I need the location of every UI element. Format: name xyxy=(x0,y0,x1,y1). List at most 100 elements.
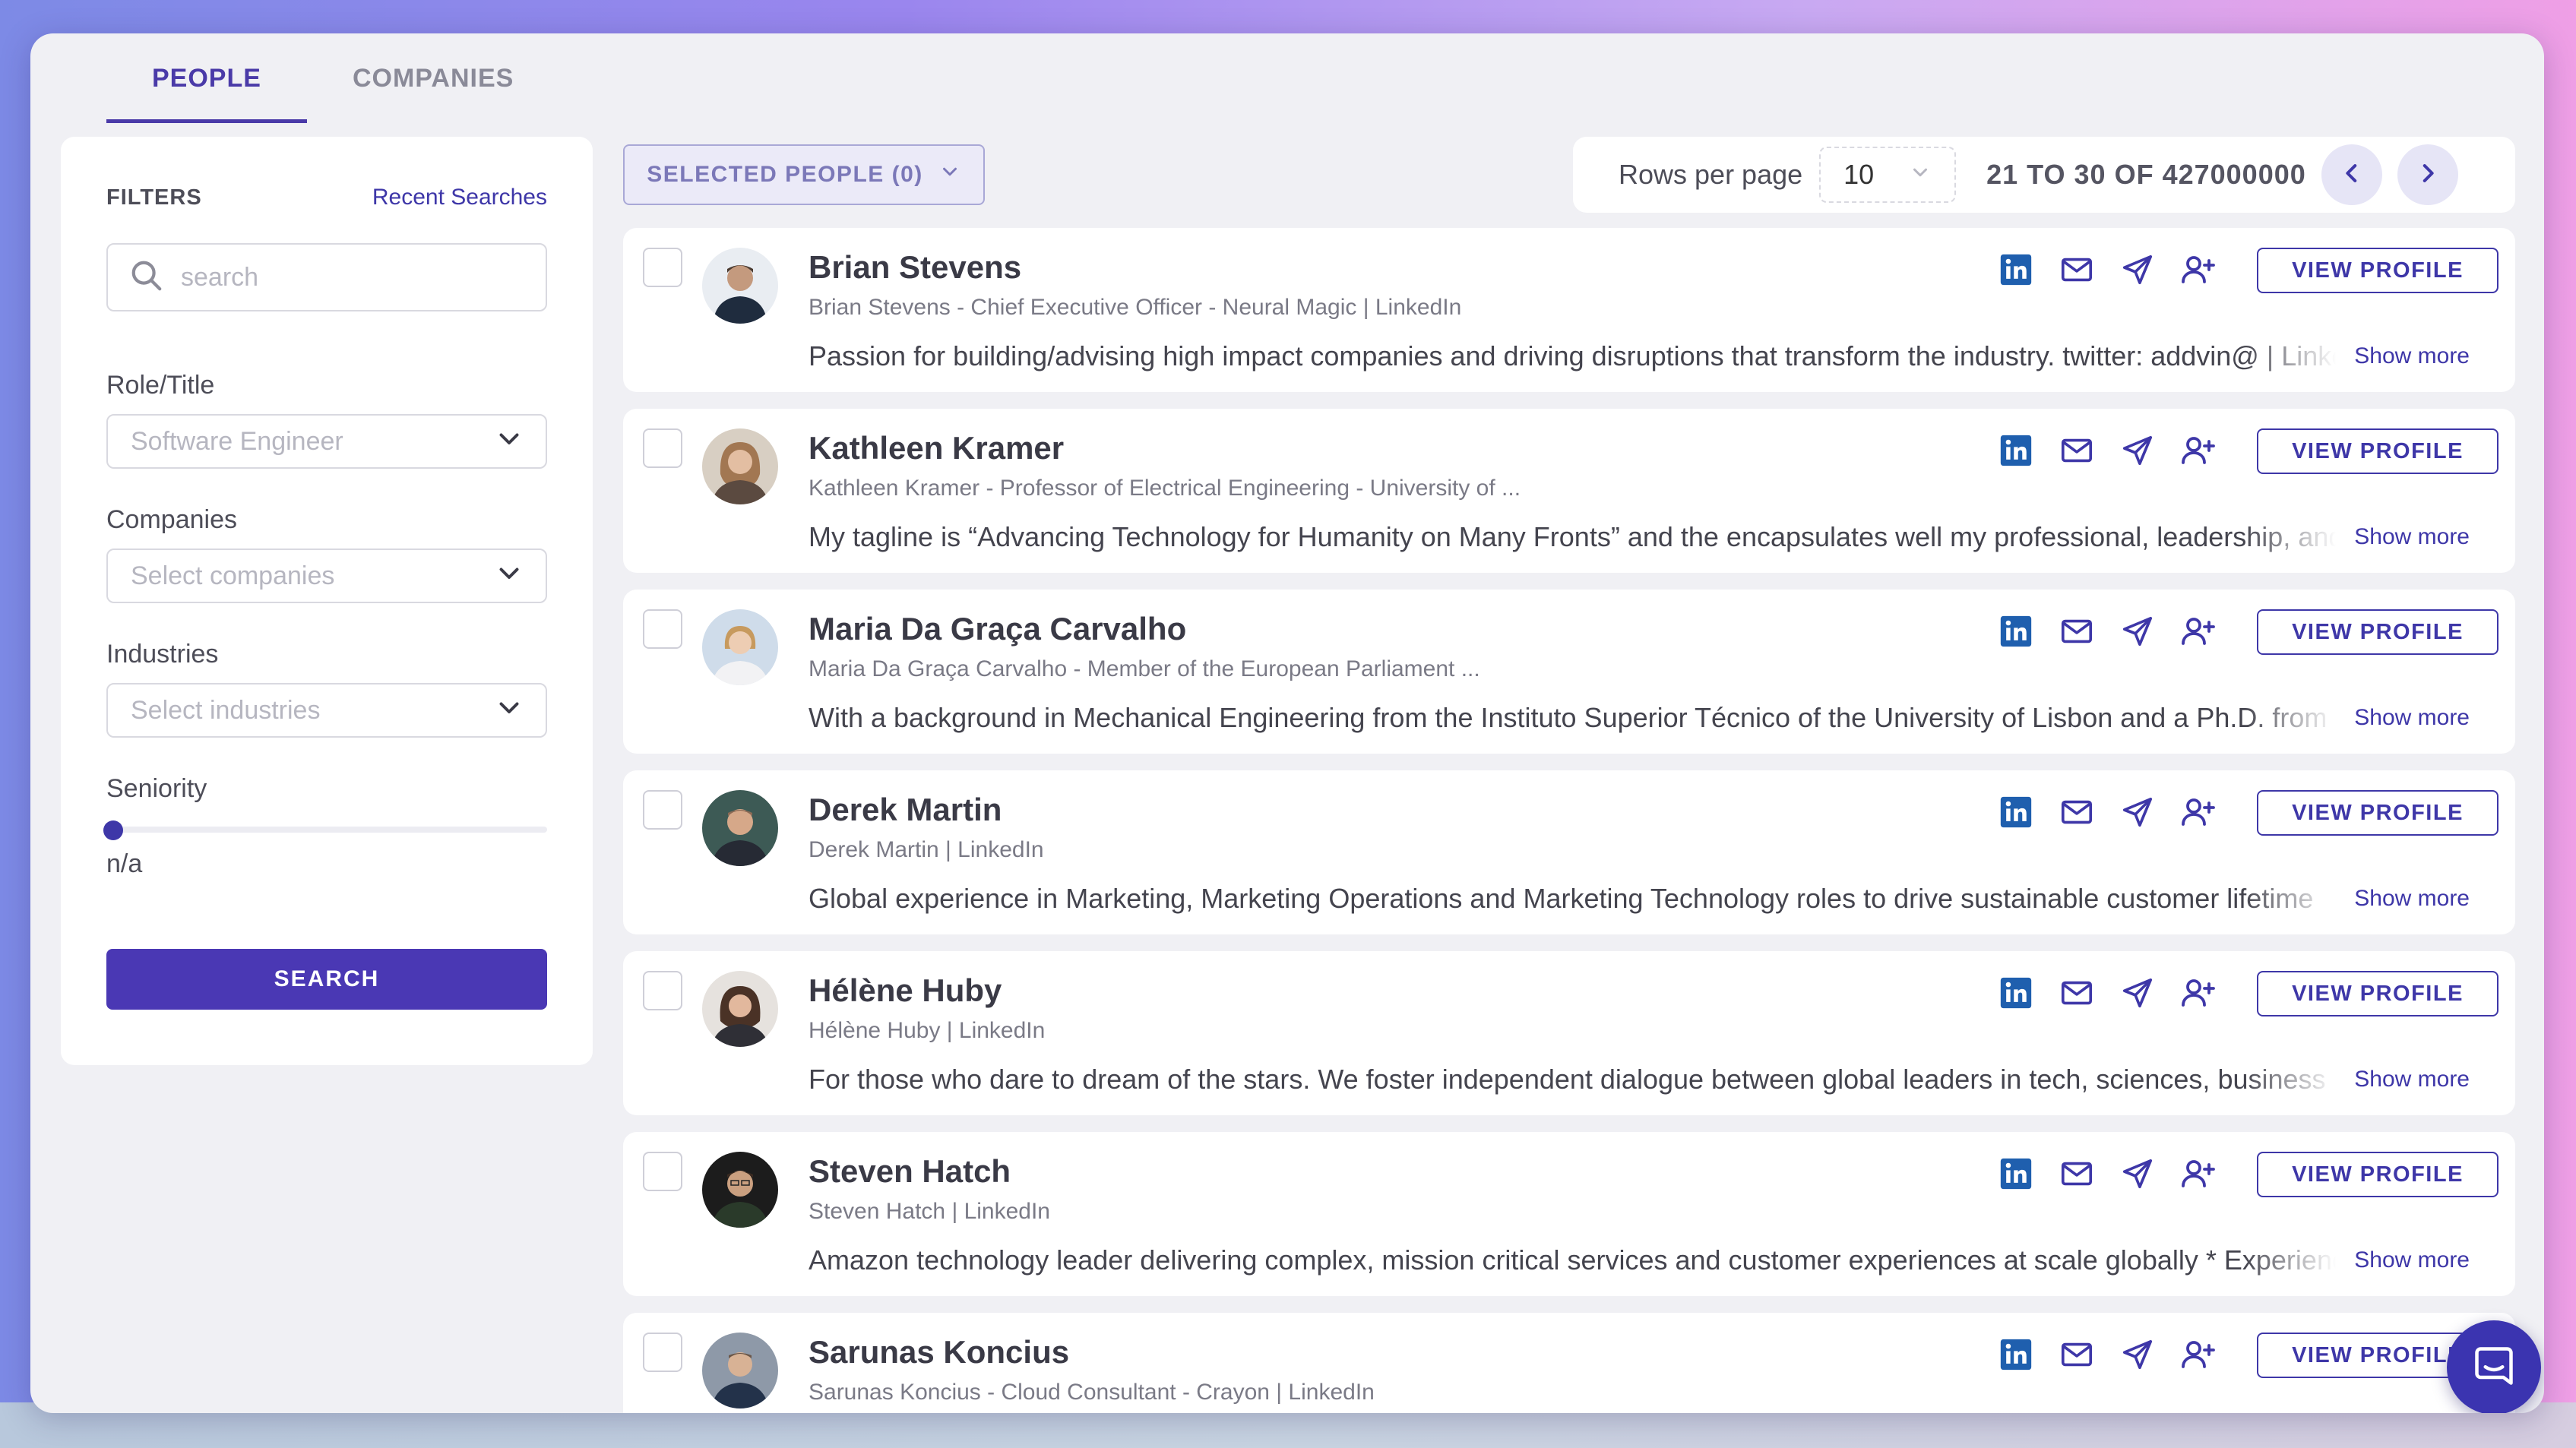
industries-select[interactable]: Select industries xyxy=(106,683,547,738)
add-contact-icon[interactable] xyxy=(2179,1155,2217,1193)
avatar xyxy=(702,609,778,685)
filter-search-input[interactable] xyxy=(181,262,524,292)
add-contact-icon[interactable] xyxy=(2179,974,2217,1012)
view-profile-button[interactable]: VIEW PROFILE xyxy=(2257,1152,2498,1197)
select-person-checkbox[interactable] xyxy=(643,790,682,830)
rows-per-page-select[interactable]: 10 xyxy=(1819,147,1957,203)
seniority-slider-thumb[interactable] xyxy=(103,820,123,840)
send-icon[interactable] xyxy=(2119,1155,2157,1193)
person-card: Hélène Huby Hélène Huby | LinkedIn For t… xyxy=(623,951,2515,1115)
avatar xyxy=(702,248,778,324)
mail-icon[interactable] xyxy=(2058,1155,2096,1193)
chevron-down-icon xyxy=(1909,159,1932,191)
avatar xyxy=(702,1333,778,1408)
companies-select[interactable]: Select companies xyxy=(106,549,547,603)
person-name[interactable]: Brian Stevens xyxy=(809,249,1021,286)
person-card: Kathleen Kramer Kathleen Kramer - Profes… xyxy=(623,409,2515,573)
person-subtitle: Derek Martin | LinkedIn xyxy=(809,837,1044,862)
add-contact-icon[interactable] xyxy=(2179,612,2217,650)
rows-per-page-value: 10 xyxy=(1843,159,1875,190)
avatar xyxy=(702,1152,778,1228)
person-subtitle: Brian Stevens - Chief Executive Officer … xyxy=(809,295,1462,320)
send-icon[interactable] xyxy=(2119,1336,2157,1374)
person-name[interactable]: Sarunas Koncius xyxy=(809,1334,1069,1371)
linkedin-icon[interactable] xyxy=(1997,1155,2035,1193)
industries-placeholder: Select industries xyxy=(131,695,321,725)
add-contact-icon[interactable] xyxy=(2179,793,2217,831)
linkedin-icon[interactable] xyxy=(1997,251,2035,289)
contact-actions xyxy=(1997,251,2217,289)
mail-icon[interactable] xyxy=(2058,1336,2096,1374)
linkedin-icon[interactable] xyxy=(1997,432,2035,469)
person-name[interactable]: Derek Martin xyxy=(809,792,1002,828)
add-contact-icon[interactable] xyxy=(2179,251,2217,289)
view-profile-button[interactable]: VIEW PROFILE xyxy=(2257,248,2498,293)
view-profile-button[interactable]: VIEW PROFILE xyxy=(2257,971,2498,1016)
select-person-checkbox[interactable] xyxy=(643,609,682,649)
pagination-bar: Rows per page 10 21 TO 30 OF 427000000 xyxy=(1573,137,2515,213)
linkedin-icon[interactable] xyxy=(1997,793,2035,831)
send-icon[interactable] xyxy=(2119,974,2157,1012)
person-subtitle: Sarunas Koncius - Cloud Consultant - Cra… xyxy=(809,1380,1375,1405)
search-button[interactable]: SEARCH xyxy=(106,949,547,1010)
add-contact-icon[interactable] xyxy=(2179,432,2217,469)
companies-label: Companies xyxy=(106,505,237,534)
add-contact-icon[interactable] xyxy=(2179,1336,2217,1374)
contact-actions xyxy=(1997,974,2217,1012)
role-title-select[interactable]: Software Engineer xyxy=(106,414,547,469)
contact-actions xyxy=(1997,793,2217,831)
seniority-slider[interactable] xyxy=(103,820,547,840)
chevron-left-icon xyxy=(2339,160,2365,190)
person-card: Maria Da Graça Carvalho Maria Da Graça C… xyxy=(623,590,2515,754)
filters-title: FILTERS xyxy=(106,185,202,210)
send-icon[interactable] xyxy=(2119,432,2157,469)
view-profile-button[interactable]: VIEW PROFILE xyxy=(2257,790,2498,836)
next-page-button[interactable] xyxy=(2397,144,2458,205)
search-icon xyxy=(129,258,164,297)
show-more-link[interactable]: Show more xyxy=(2354,524,2470,550)
send-icon[interactable] xyxy=(2119,793,2157,831)
previous-page-button[interactable] xyxy=(2321,144,2382,205)
person-bio: Passion for building/advising high impac… xyxy=(809,340,2336,371)
linkedin-icon[interactable] xyxy=(1997,1336,2035,1374)
companies-placeholder: Select companies xyxy=(131,561,335,590)
contact-actions xyxy=(1997,432,2217,469)
select-person-checkbox[interactable] xyxy=(643,971,682,1010)
person-name[interactable]: Kathleen Kramer xyxy=(809,430,1064,466)
select-person-checkbox[interactable] xyxy=(643,1333,682,1372)
show-more-link[interactable]: Show more xyxy=(2354,886,2470,912)
person-card: Steven Hatch Steven Hatch | LinkedIn Ama… xyxy=(623,1132,2515,1296)
view-profile-button[interactable]: VIEW PROFILE xyxy=(2257,428,2498,474)
selected-people-dropdown[interactable]: SELECTED PEOPLE (0) xyxy=(623,144,985,205)
select-person-checkbox[interactable] xyxy=(643,248,682,287)
show-more-link[interactable]: Show more xyxy=(2354,343,2470,369)
chevron-down-icon xyxy=(495,559,523,593)
person-bio: With a background in Mechanical Engineer… xyxy=(809,702,2328,733)
person-name[interactable]: Steven Hatch xyxy=(809,1153,1011,1190)
chat-icon xyxy=(2471,1343,2517,1393)
person-name[interactable]: Maria Da Graça Carvalho xyxy=(809,611,1186,647)
show-more-link[interactable]: Show more xyxy=(2354,1067,2470,1092)
show-more-link[interactable]: Show more xyxy=(2354,1247,2470,1273)
avatar xyxy=(702,790,778,866)
tab-companies[interactable]: COMPANIES xyxy=(307,33,559,123)
mail-icon[interactable] xyxy=(2058,974,2096,1012)
mail-icon[interactable] xyxy=(2058,251,2096,289)
mail-icon[interactable] xyxy=(2058,793,2096,831)
person-name[interactable]: Hélène Huby xyxy=(809,972,1002,1009)
select-person-checkbox[interactable] xyxy=(643,1152,682,1191)
avatar xyxy=(702,971,778,1047)
mail-icon[interactable] xyxy=(2058,612,2096,650)
linkedin-icon[interactable] xyxy=(1997,974,2035,1012)
mail-icon[interactable] xyxy=(2058,432,2096,469)
select-person-checkbox[interactable] xyxy=(643,428,682,468)
send-icon[interactable] xyxy=(2119,251,2157,289)
send-icon[interactable] xyxy=(2119,612,2157,650)
person-bio: Global experience in Marketing, Marketin… xyxy=(809,883,2314,914)
view-profile-button[interactable]: VIEW PROFILE xyxy=(2257,609,2498,655)
chat-launcher-button[interactable] xyxy=(2447,1320,2541,1413)
show-more-link[interactable]: Show more xyxy=(2354,705,2470,731)
linkedin-icon[interactable] xyxy=(1997,612,2035,650)
tab-people[interactable]: PEOPLE xyxy=(106,33,307,123)
recent-searches-link[interactable]: Recent Searches xyxy=(372,185,547,210)
